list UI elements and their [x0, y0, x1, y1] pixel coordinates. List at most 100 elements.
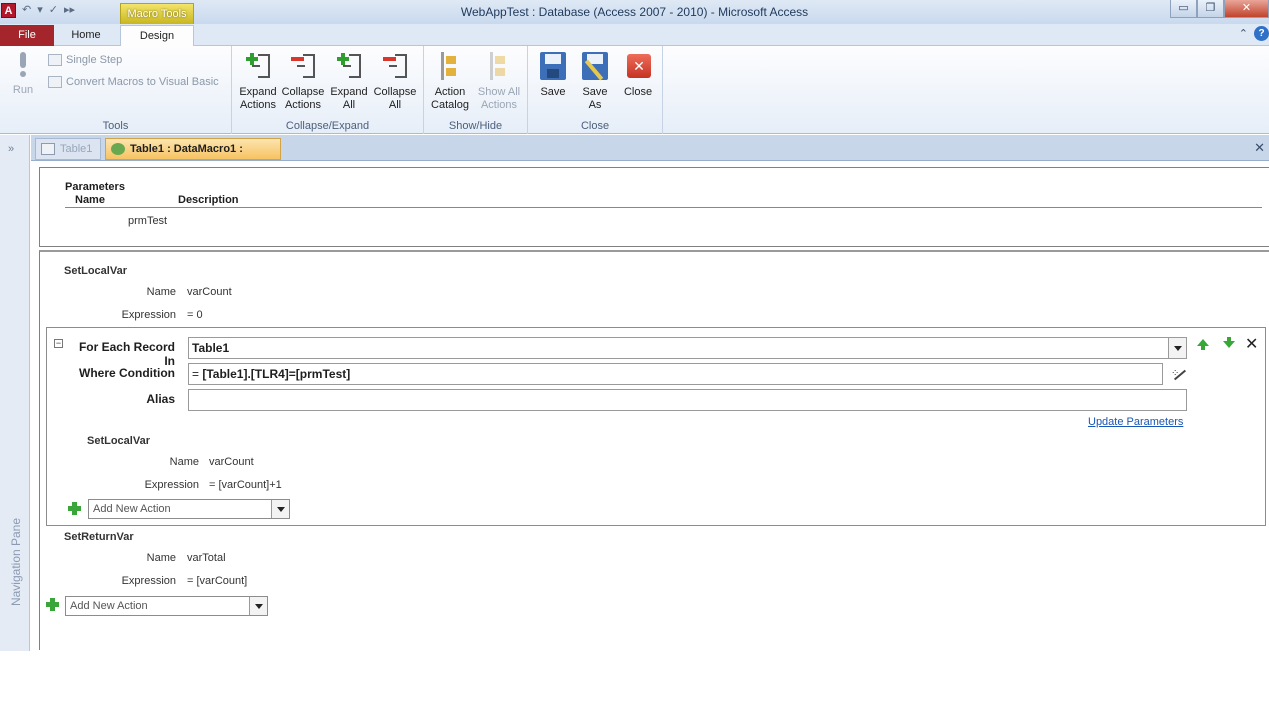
setreturnvar-expression-label: Expression [121, 575, 176, 587]
inner-setlocalvar-name-value[interactable]: varCount [209, 456, 254, 468]
minimize-ribbon-icon[interactable]: ⌃ [1239, 27, 1248, 40]
close-window-button[interactable]: ✕ [1224, 0, 1269, 18]
where-condition-field[interactable]: = [Table1].[TLR4]=[prmTest] [188, 363, 1163, 385]
parameters-divider [65, 207, 1262, 208]
setlocalvar-expression-value[interactable]: = 0 [187, 309, 203, 321]
ribbon: Run Single Step Convert Macros to Visual… [0, 46, 1269, 134]
action-catalog-button[interactable]: Action Catalog [428, 50, 472, 112]
add-new-action-dropdown[interactable]: Add New Action [65, 596, 268, 616]
expand-all-button[interactable]: Expand All [328, 50, 370, 112]
close-macro-button[interactable]: ✕ Close [618, 50, 658, 99]
chevron-down-icon[interactable] [271, 500, 289, 518]
run-label: Run [12, 84, 34, 96]
doctab-datamacro-label: Table1 : DataMacro1 : [130, 143, 243, 155]
help-icon[interactable]: ? [1254, 26, 1269, 41]
parameter-name[interactable]: prmTest [128, 215, 167, 227]
collapse-actions-icon [288, 50, 318, 82]
collapse-actions-label: Collapse Actions [281, 86, 325, 111]
setreturnvar-name-label: Name [146, 552, 176, 564]
setlocalvar-title[interactable]: SetLocalVar [64, 265, 127, 277]
minimize-button[interactable]: ▭ [1170, 0, 1197, 18]
show-all-actions-button[interactable]: Show All Actions [474, 50, 524, 112]
ribbon-tabs: File Home Design ⌃ ? [0, 24, 1269, 47]
close-macro-label: Close [623, 86, 653, 98]
parameters-section: Parameters Name Description prmTest [39, 167, 1269, 247]
add-action-plus-icon[interactable] [46, 598, 59, 611]
inner-setlocalvar-expression-value[interactable]: = [varCount]+1 [209, 479, 282, 491]
navigation-pane[interactable]: » Navigation Pane [0, 135, 30, 651]
setreturnvar-expression-value[interactable]: = [varCount] [187, 575, 247, 587]
delete-block-icon[interactable]: ✕ [1245, 334, 1258, 354]
expression-builder-icon[interactable] [1171, 364, 1187, 380]
close-document-icon[interactable]: ✕ [1254, 140, 1265, 156]
save-as-icon [580, 50, 610, 82]
action-catalog-label: Action Catalog [431, 86, 469, 111]
doctab-datamacro[interactable]: Table1 : DataMacro1 : [105, 138, 281, 160]
title-bar: A ↶ ▾ ✓ ▸▸ Macro Tools WebAppTest : Data… [0, 0, 1269, 24]
table-icon [41, 143, 55, 155]
expand-all-label: Expand All [330, 86, 368, 111]
where-condition-label: Where Condition [79, 366, 175, 380]
add-new-action-label: Add New Action [70, 600, 148, 612]
chevron-down-icon[interactable] [249, 597, 267, 615]
collapse-all-label: Collapse All [373, 86, 417, 111]
setreturnvar-name-value[interactable]: varTotal [187, 552, 226, 564]
group-label-tools: Tools [102, 120, 129, 132]
show-all-actions-icon [484, 50, 514, 82]
single-step-button[interactable]: Single Step [48, 54, 122, 66]
inner-add-new-action-dropdown[interactable]: Add New Action [88, 499, 290, 519]
run-button[interactable]: Run [10, 50, 36, 97]
for-each-record-select[interactable]: Table1 [188, 337, 1187, 359]
group-label-collapse-expand: Collapse/Expand [285, 120, 370, 132]
macro-designer: Parameters Name Description prmTest SetL… [31, 161, 1269, 651]
collapse-block-icon[interactable]: − [54, 339, 63, 348]
update-parameters-link[interactable]: Update Parameters [1088, 416, 1183, 428]
where-condition-value: [Table1].[TLR4]=[prmTest] [202, 367, 351, 381]
for-each-record-label: For Each Record In [78, 340, 175, 368]
collapse-all-button[interactable]: Collapse All [372, 50, 418, 112]
move-up-icon[interactable] [1197, 339, 1209, 350]
convert-macros-button[interactable]: Convert Macros to Visual Basic [48, 76, 219, 88]
for-each-record-value: Table1 [192, 341, 230, 355]
group-label-close: Close [580, 120, 610, 132]
chevron-down-icon[interactable] [1168, 338, 1186, 358]
inner-setlocalvar-title[interactable]: SetLocalVar [87, 435, 150, 447]
tab-home[interactable]: Home [58, 25, 114, 46]
setreturnvar-title[interactable]: SetReturnVar [64, 531, 134, 543]
parameters-col-name: Name [75, 194, 105, 206]
action-catalog-icon [435, 50, 465, 82]
macro-actions-block: SetLocalVar Name varCount Expression = 0… [39, 250, 1269, 650]
parameters-col-description: Description [178, 194, 239, 206]
tab-file[interactable]: File [0, 25, 54, 46]
ribbon-right-controls: ⌃ ? [1239, 26, 1269, 41]
for-each-record-block[interactable]: − For Each Record In Table1 ✕ Where Cond… [46, 327, 1266, 526]
window-controls: ▭ ❐ ✕ [1170, 0, 1269, 18]
expand-actions-button[interactable]: Expand Actions [236, 50, 280, 112]
collapse-actions-button[interactable]: Collapse Actions [281, 50, 325, 112]
document-tabs: Table1 Table1 : DataMacro1 : ✕ [31, 135, 1269, 161]
group-label-show-hide: Show/Hide [448, 120, 503, 132]
expand-actions-label: Expand Actions [239, 86, 277, 111]
tab-design[interactable]: Design [120, 25, 194, 47]
close-red-x-icon: ✕ [623, 50, 653, 82]
collapse-all-icon [380, 50, 410, 82]
save-as-button[interactable]: Save As [576, 50, 614, 112]
setlocalvar-name-value[interactable]: varCount [187, 286, 232, 298]
convert-macros-label: Convert Macros to Visual Basic [66, 76, 219, 88]
single-step-icon [48, 54, 62, 66]
move-down-icon[interactable] [1223, 337, 1235, 348]
save-button[interactable]: Save [534, 50, 572, 99]
alias-field[interactable] [188, 389, 1187, 411]
setlocalvar-name-label: Name [146, 286, 176, 298]
save-label: Save [540, 86, 566, 98]
add-action-plus-icon[interactable] [68, 502, 81, 515]
inner-setlocalvar-expression-label: Expression [144, 479, 199, 491]
where-condition-prefix: = [192, 367, 200, 381]
group-tools: Run Single Step Convert Macros to Visual… [0, 46, 232, 134]
restore-button[interactable]: ❐ [1197, 0, 1224, 18]
nav-expand-chevron-icon[interactable]: » [8, 143, 14, 155]
group-close: Save Save As ✕ Close Close [528, 46, 663, 134]
group-show-hide: Action Catalog Show All Actions Show/Hid… [424, 46, 528, 134]
doctab-table1-label: Table1 [60, 143, 93, 155]
doctab-table1[interactable]: Table1 [35, 138, 101, 160]
